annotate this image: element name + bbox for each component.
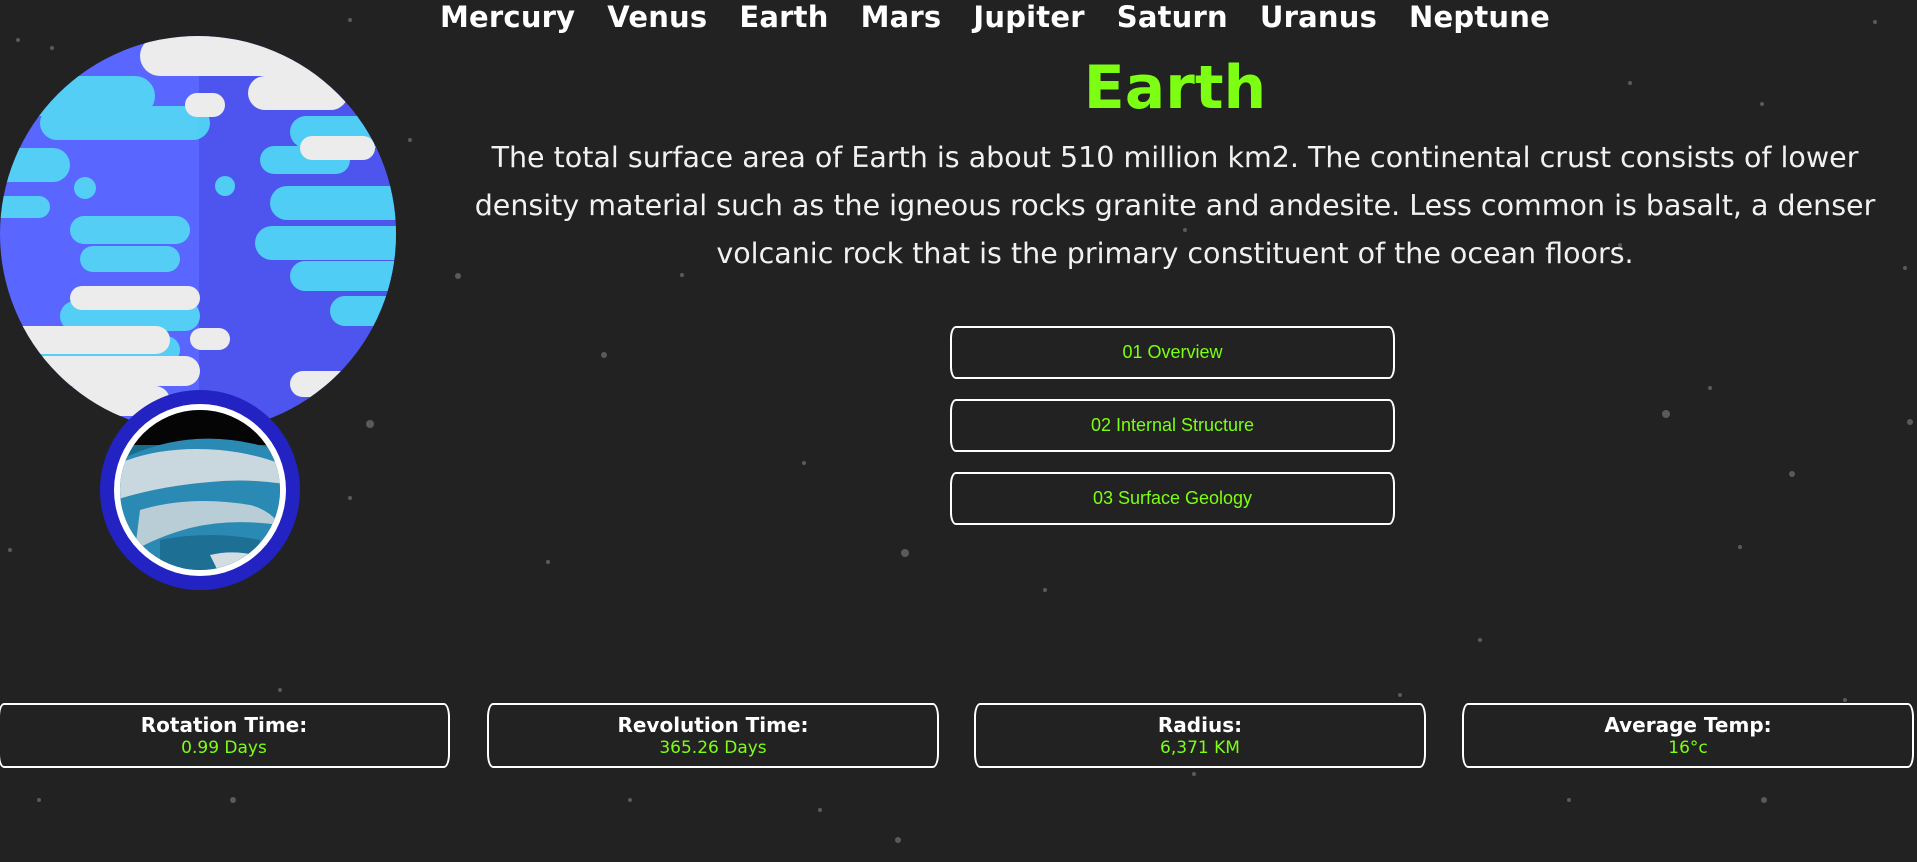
stat-card-rotation-time: Rotation Time: 0.99 Days [0,703,450,768]
nav-link-saturn[interactable]: Saturn [1117,2,1228,32]
stat-card-radius: Radius: 6,371 KM [974,703,1426,768]
nav-link-jupiter[interactable]: Jupiter [973,2,1084,32]
nav-link-earth[interactable]: Earth [739,2,828,32]
planet-description: The total surface area of Earth is about… [474,141,1876,270]
stat-label: Rotation Time: [140,713,308,737]
tab-internal-structure[interactable]: 02 Internal Structure [950,399,1395,452]
nav-link-neptune[interactable]: Neptune [1409,2,1550,32]
nav-link-uranus[interactable]: Uranus [1260,2,1377,32]
earth-planet-icon [0,36,396,432]
stat-value: 16°c [1668,738,1708,758]
stat-card-revolution-time: Revolution Time: 365.26 Days [487,703,939,768]
planet-title: Earth [1083,53,1267,123]
stat-label: Average Temp: [1604,713,1772,737]
stat-value: 6,371 KM [1160,738,1240,758]
nav-link-venus[interactable]: Venus [607,2,707,32]
tab-overview[interactable]: 01 Overview [950,326,1395,379]
stat-value: 365.26 Days [659,738,767,758]
nav-link-mercury[interactable]: Mercury [440,2,575,32]
planet-nav: Mercury Venus Earth Mars Jupiter Saturn … [440,0,1550,34]
stat-label: Radius: [1157,713,1243,737]
earth-surface-photo-icon [100,390,300,590]
stat-label: Revolution Time: [617,713,809,737]
nav-link-mars[interactable]: Mars [861,2,942,32]
stat-card-average-temp: Average Temp: 16°c [1462,703,1914,768]
stat-value: 0.99 Days [181,738,267,758]
page: Mercury Venus Earth Mars Jupiter Saturn … [0,0,1917,862]
tab-surface-geology[interactable]: 03 Surface Geology [950,472,1395,525]
